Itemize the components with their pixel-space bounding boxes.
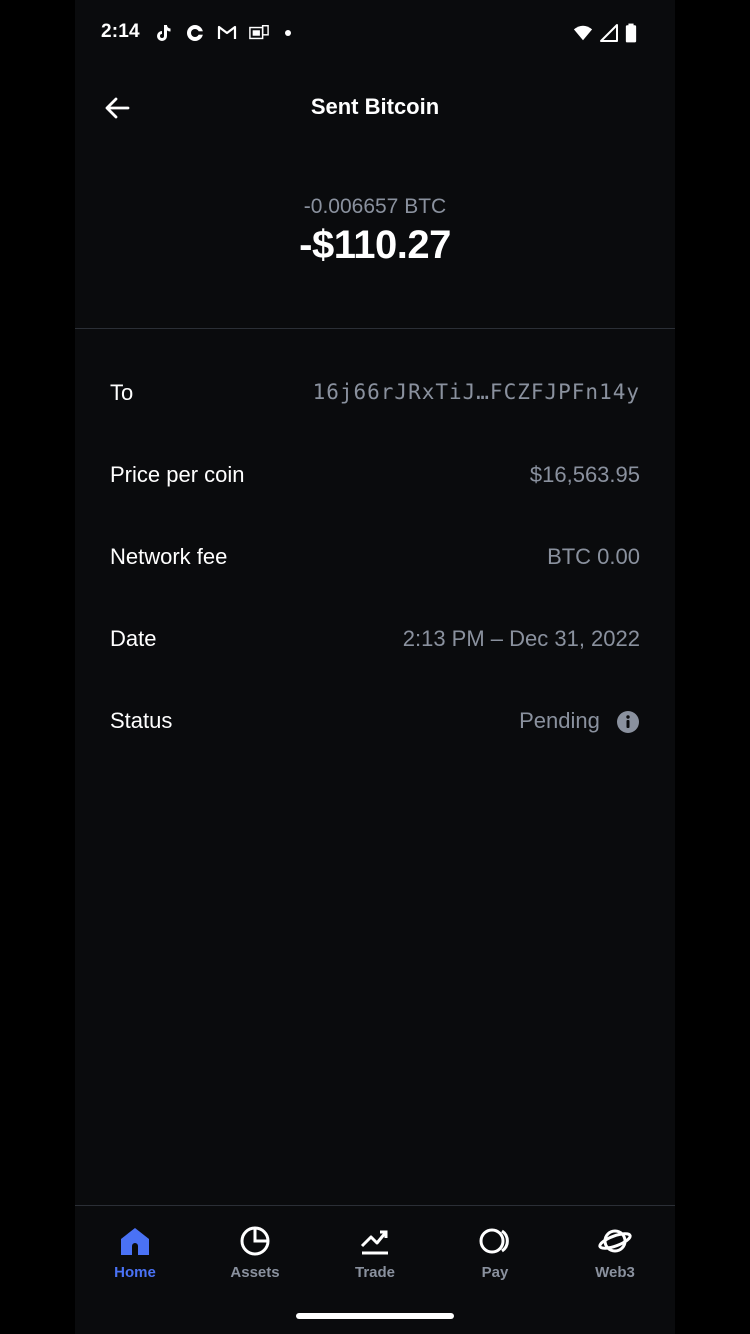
phone-screen: 2:14 Sent Bitcoin -0.006657 BTC -$110.27… bbox=[75, 0, 675, 1334]
status-value: Pending bbox=[519, 708, 600, 733]
nav-trade[interactable]: Trade bbox=[315, 1224, 435, 1281]
page-title: Sent Bitcoin bbox=[310, 94, 440, 119]
status-label: Status bbox=[110, 708, 173, 733]
fee-label: Network fee bbox=[110, 544, 228, 569]
status-value-wrap: Pending bbox=[519, 708, 640, 734]
home-icon bbox=[121, 1228, 149, 1255]
amount-fiat: -$110.27 bbox=[299, 223, 451, 267]
price-value: $16,563.95 bbox=[529, 462, 640, 487]
battery-icon bbox=[625, 23, 637, 43]
signal-icon bbox=[600, 24, 618, 42]
notification-dot-icon bbox=[285, 30, 291, 36]
nav-assets-label: Assets bbox=[230, 1264, 280, 1281]
detail-row-date: Date 2:13 PM – Dec 31, 2022 bbox=[110, 606, 640, 688]
tiktok-icon bbox=[157, 25, 171, 41]
detail-row-to: To 16j66rJRxTiJ…FCZFJPFn14y bbox=[110, 360, 640, 442]
system-icons bbox=[573, 20, 637, 46]
date-label: Date bbox=[110, 626, 157, 651]
price-label: Price per coin bbox=[110, 462, 245, 487]
detail-row-price: Price per coin $16,563.95 bbox=[110, 442, 640, 524]
amount-crypto: -0.006657 BTC bbox=[303, 195, 447, 218]
nav-trade-label: Trade bbox=[354, 1264, 396, 1281]
amount-summary: -0.006657 BTC -$110.27 bbox=[75, 195, 675, 268]
header: Sent Bitcoin bbox=[75, 70, 675, 144]
nav-assets[interactable]: Assets bbox=[195, 1224, 315, 1281]
nav-home-label: Home bbox=[114, 1264, 156, 1281]
gmail-icon bbox=[217, 25, 237, 39]
to-label: To bbox=[110, 380, 134, 405]
date-value: 2:13 PM – Dec 31, 2022 bbox=[402, 626, 640, 651]
home-indicator[interactable] bbox=[296, 1313, 454, 1319]
pay-icon bbox=[479, 1228, 509, 1254]
info-icon[interactable] bbox=[616, 710, 640, 734]
nav-home[interactable]: Home bbox=[75, 1224, 195, 1281]
nav-web3-label: Web3 bbox=[595, 1264, 635, 1281]
detail-row-fee: Network fee BTC 0.00 bbox=[110, 524, 640, 606]
nav-pay-label: Pay bbox=[481, 1264, 509, 1281]
news-icon bbox=[249, 25, 269, 40]
detail-row-status: Status Pending bbox=[110, 688, 640, 770]
nav-pay[interactable]: Pay bbox=[435, 1224, 555, 1281]
trend-chart-icon bbox=[360, 1230, 388, 1255]
transaction-details: To 16j66rJRxTiJ…FCZFJPFn14y Price per co… bbox=[110, 360, 640, 770]
divider bbox=[75, 328, 675, 329]
status-time: 2:14 bbox=[101, 21, 140, 42]
status-bar: 2:14 bbox=[75, 0, 675, 66]
coinbase-icon bbox=[187, 25, 203, 41]
nav-web3[interactable]: Web3 bbox=[555, 1224, 675, 1281]
notification-icons bbox=[153, 20, 291, 46]
fee-value: BTC 0.00 bbox=[547, 544, 640, 569]
wifi-icon bbox=[573, 25, 593, 41]
pie-chart-icon bbox=[240, 1226, 270, 1256]
planet-icon bbox=[598, 1229, 632, 1253]
to-address[interactable]: 16j66rJRxTiJ…FCZFJPFn14y bbox=[313, 380, 640, 404]
